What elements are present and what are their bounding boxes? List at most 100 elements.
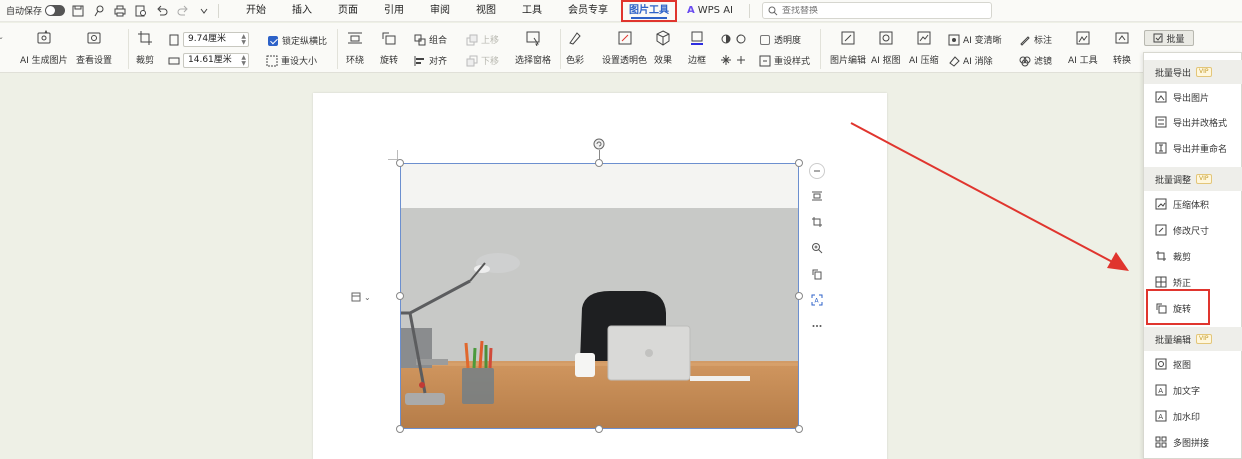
float-ai-button[interactable]: A: [808, 291, 826, 309]
move-down-icon: [466, 55, 478, 66]
ai-remove-button[interactable]: AI 消除: [948, 54, 993, 67]
lock-ratio-check[interactable]: [268, 35, 278, 46]
color-button[interactable]: 色彩: [566, 29, 584, 66]
autosave-toggle[interactable]: 自动保存: [6, 4, 66, 17]
transparency-button[interactable]: 透明度: [760, 33, 801, 46]
batch-button[interactable]: 批量: [1144, 30, 1194, 46]
selected-image[interactable]: [400, 163, 799, 429]
border-label: 边框: [688, 56, 707, 66]
undo-icon[interactable]: [154, 3, 170, 19]
tab-review[interactable]: 审阅: [417, 0, 463, 22]
menu-item-cutout[interactable]: 抠图: [1144, 353, 1242, 375]
menu-item-export-rename[interactable]: 导出并重命名: [1144, 137, 1242, 159]
print-preview-icon[interactable]: [133, 3, 149, 19]
view-settings-label: 查看设置: [76, 56, 113, 66]
selection-pane-button[interactable]: 选择窗格: [515, 29, 551, 66]
transparency-check[interactable]: [760, 34, 770, 45]
resize-handle-bottom[interactable]: [595, 425, 603, 433]
transparent-color-button[interactable]: 设置透明色: [602, 29, 647, 66]
ai-generate-button[interactable]: AI 生成图片: [20, 29, 68, 66]
cut-off-dropdown[interactable]: ⌄: [0, 33, 4, 41]
menu-item-collage[interactable]: 多图拼接: [1144, 431, 1242, 453]
filter-button[interactable]: 滤镜: [1019, 54, 1052, 67]
border-button[interactable]: 边框: [688, 29, 706, 66]
search-box[interactable]: [762, 2, 992, 19]
rotate-handle[interactable]: [593, 138, 605, 150]
width-input[interactable]: 9.74厘米 ▲ ▼: [183, 32, 249, 47]
compress-icon: [1155, 198, 1167, 210]
chevron-down-icon[interactable]: [196, 3, 212, 19]
tab-insert[interactable]: 插入: [279, 0, 325, 22]
reset-style-label: 重设样式: [774, 57, 811, 67]
tab-picture-tools[interactable]: 图片工具: [621, 0, 678, 22]
tab-start[interactable]: 开始: [233, 0, 279, 22]
wrap-button[interactable]: 环绕: [346, 29, 364, 66]
share-icon[interactable]: [91, 3, 107, 19]
lock-ratio-checkbox[interactable]: 锁定纵横比: [268, 34, 327, 47]
menu-item-compress[interactable]: 压缩体积: [1144, 193, 1242, 215]
save-icon[interactable]: [70, 3, 86, 19]
height-input[interactable]: 14.61厘米 ▲ ▼: [183, 53, 249, 68]
tab-member[interactable]: 会员专享: [555, 0, 621, 22]
tab-page[interactable]: 页面: [325, 0, 371, 22]
resize-handle-top[interactable]: [595, 159, 603, 167]
ai-sharpen-button[interactable]: AI 变清晰: [948, 33, 1002, 46]
reset-style-button[interactable]: 重设样式: [759, 54, 810, 67]
page-margin-corner: [388, 150, 398, 160]
crop-icon: [136, 29, 154, 47]
crop-button[interactable]: 裁剪: [136, 29, 154, 66]
search-input[interactable]: [782, 5, 972, 16]
menu-item-resize[interactable]: 修改尺寸: [1144, 219, 1242, 241]
group-button[interactable]: 组合: [414, 33, 447, 46]
menu-item-watermark[interactable]: A 加水印: [1144, 405, 1242, 427]
effects-button[interactable]: 效果: [654, 29, 672, 66]
resize-handle-bottom-left[interactable]: [396, 425, 404, 433]
menu-tabs: 开始 插入 页面 引用 审阅 视图 工具 会员专享 图片工具 A WPS AI: [233, 0, 743, 22]
menu-item-add-text[interactable]: A 加文字: [1144, 379, 1242, 401]
brightness-control[interactable]: [720, 33, 750, 45]
resize-handle-top-left[interactable]: [396, 159, 404, 167]
float-wrap-button[interactable]: [808, 187, 826, 205]
section-batch-adjust: 批量调整 VIP: [1144, 167, 1242, 191]
autosave-switch[interactable]: [45, 5, 66, 16]
height-stepper[interactable]: ▲ ▼: [241, 55, 246, 67]
resize-icon: [1155, 224, 1167, 236]
float-zoom-button[interactable]: [808, 239, 826, 257]
section-label: 批量调整: [1155, 175, 1192, 186]
collapse-toolbar-button[interactable]: [809, 163, 825, 179]
ai-tools-button[interactable]: AI 工具: [1068, 29, 1098, 66]
image-edit-button[interactable]: 图片编辑: [830, 29, 866, 66]
move-up-button[interactable]: 上移: [466, 33, 499, 46]
convert-button[interactable]: 转换: [1113, 29, 1131, 66]
color-label: 色彩: [566, 56, 585, 66]
float-rotate-button[interactable]: [808, 265, 826, 283]
resize-handle-right[interactable]: [795, 292, 803, 300]
redo-icon[interactable]: [175, 3, 191, 19]
reset-size-button[interactable]: 重设大小: [266, 54, 317, 67]
print-icon[interactable]: [112, 3, 128, 19]
tab-tools[interactable]: 工具: [509, 0, 555, 22]
menu-item-crop[interactable]: 裁剪: [1144, 245, 1242, 267]
float-more-button[interactable]: [808, 317, 826, 335]
view-settings-button[interactable]: 查看设置: [76, 29, 112, 66]
sharpen-control[interactable]: [720, 54, 750, 66]
ai-cutout-button[interactable]: AI 抠图: [871, 29, 901, 66]
width-stepper[interactable]: ▲ ▼: [241, 34, 246, 46]
move-down-button[interactable]: 下移: [466, 54, 499, 67]
ai-compress-button[interactable]: AI 压缩: [909, 29, 939, 66]
layout-options-button[interactable]: ⌄: [350, 291, 371, 303]
tab-wps-ai[interactable]: A WPS AI: [677, 5, 743, 16]
menu-item-export-images[interactable]: 导出图片: [1144, 86, 1242, 108]
menu-item-export-convert[interactable]: 导出并改格式: [1144, 111, 1242, 133]
height-icon: [168, 57, 180, 64]
resize-handle-left[interactable]: [396, 292, 404, 300]
annotate-button[interactable]: 标注: [1019, 33, 1052, 46]
align-button[interactable]: 对齐: [414, 54, 447, 67]
tab-references[interactable]: 引用: [371, 0, 417, 22]
resize-handle-top-right[interactable]: [795, 159, 803, 167]
tab-view[interactable]: 视图: [463, 0, 509, 22]
resize-handle-bottom-right[interactable]: [795, 425, 803, 433]
float-crop-button[interactable]: [808, 213, 826, 231]
divider: [218, 3, 220, 18]
rotate-button[interactable]: 旋转: [380, 29, 398, 66]
